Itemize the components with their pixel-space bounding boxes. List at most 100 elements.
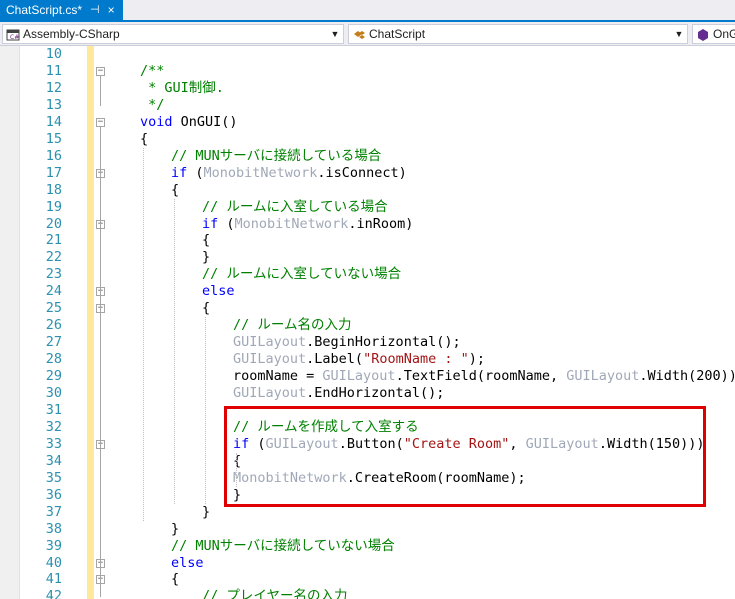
code-line: else [171,555,204,572]
line-number: 38 [45,520,62,537]
line-number: 36 [45,486,62,503]
line-number: 26 [45,317,62,334]
code-line: { [202,300,210,317]
code-line: /** [140,63,164,80]
line-number: 25 [45,300,62,317]
code-line: { [202,232,210,249]
code-line: // MUNサーバに接続していない場合 [171,538,395,555]
code-line: roomName = GUILayout.TextField(roomName,… [233,368,735,385]
code-token: // MUNサーバに接続している場合 [171,147,382,164]
member-dropdown[interactable]: OnG [692,24,735,44]
chevron-down-icon[interactable]: ▼ [671,25,687,43]
line-number: 41 [45,571,62,588]
code-line: void OnGUI() [140,114,238,131]
project-label: Assembly-CSharp [23,27,120,41]
code-line: // ルームに入室している場合 [202,199,388,216]
line-number: 22 [45,249,62,266]
code-token: .BeginHorizontal(); [306,334,461,351]
code-line: { [171,571,179,588]
collapse-icon[interactable]: − [96,117,105,127]
tab-title: ChatScript.cs* [6,3,83,17]
code-token: roomName = [233,368,323,385]
code-token: // ルーム名の入力 [233,317,352,334]
line-number: 10 [45,46,62,62]
indent-guide [205,317,206,504]
code-token: .EndHorizontal(); [306,385,445,401]
code-line: } [171,521,179,538]
line-number: 12 [45,79,62,96]
code-token: .Label( [306,351,364,368]
code-token: GUILayout [233,334,307,351]
indent-guide [174,198,175,504]
line-number: 31 [45,401,62,418]
indent-guide [143,147,144,521]
pin-icon[interactable]: ⊣ [90,0,100,20]
code-token: } [202,249,211,266]
code-token: { [171,571,180,588]
document-tab-bar: ChatScript.cs* ⊣ × [0,0,735,22]
code-token: ); [468,351,485,368]
navigation-bar: C# Assembly-CSharp ▼ ChatScript ▼ OnG [0,22,735,46]
code-line: */ [140,97,164,114]
line-number: 11 [45,62,62,79]
code-token: // ルームに入室していない場合 [202,266,402,283]
type-dropdown[interactable]: ChatScript ▼ [348,24,688,44]
line-number: 15 [45,130,62,147]
code-line: GUILayout.BeginHorizontal(); [233,334,461,351]
code-token: /** [140,62,165,79]
code-line: { [140,131,148,148]
code-token: { [171,181,180,198]
method-icon [696,28,710,42]
code-token: * GUI制御. [140,79,224,96]
code-token: ( [218,215,235,232]
fold-line [100,584,101,598]
code-line: // プレイヤー名の入力 [202,588,347,599]
line-number: 34 [45,452,62,469]
line-number: 14 [45,113,62,130]
collapse-icon[interactable]: − [96,66,105,76]
tab-chatscript[interactable]: ChatScript.cs* ⊣ × [0,0,123,20]
line-number: 17 [45,164,62,181]
code-line: } [202,504,210,521]
code-token: // MUNサーバに接続していない場合 [171,537,395,554]
svg-text:C#: C# [10,34,19,41]
project-dropdown[interactable]: C# Assembly-CSharp ▼ [2,24,344,44]
fold-line [100,75,101,106]
code-token: MonobitNetwork [234,215,349,232]
close-icon[interactable]: × [108,0,115,20]
line-number: 39 [45,537,62,554]
code-token: MonobitNetwork [203,164,318,181]
code-token: if [171,164,188,181]
fold-line [100,313,101,513]
code-token: OnGUI() [172,113,238,130]
code-token: } [202,503,211,520]
code-line: else [202,283,235,300]
code-token: .isConnect) [317,164,407,181]
code-line: GUILayout.EndHorizontal(); [233,385,444,402]
code-token: GUILayout [566,368,640,385]
line-number: 40 [45,554,62,571]
line-number: 24 [45,283,62,300]
code-token: else [171,554,204,571]
code-line: GUILayout.Label("RoomName : "); [233,351,485,368]
fold-line [100,228,101,259]
code-line: // MUNサーバに接続している場合 [171,148,381,165]
code-editor[interactable]: 10 11 /** − 12 * GUI制御. 13 */ 14 void OnGUI() − 1… [0,46,735,599]
line-number: 33 [45,435,62,452]
class-icon [352,28,366,42]
code-line: if (MonobitNetwork.isConnect) [171,165,407,182]
line-number: 32 [45,418,62,435]
line-number: 13 [45,96,62,113]
code-token: ( [187,164,204,181]
code-line: } [202,249,210,266]
code-token: void [140,113,173,130]
chevron-down-icon[interactable]: ▼ [327,25,343,43]
type-label: ChatScript [369,27,426,41]
code-token: } [171,520,180,537]
code-token: if [202,215,219,232]
code-line: { [171,182,179,199]
code-token: "RoomName : " [363,351,469,368]
line-number: 18 [45,181,62,198]
line-number: 16 [45,147,62,164]
highlight-box [224,406,706,507]
